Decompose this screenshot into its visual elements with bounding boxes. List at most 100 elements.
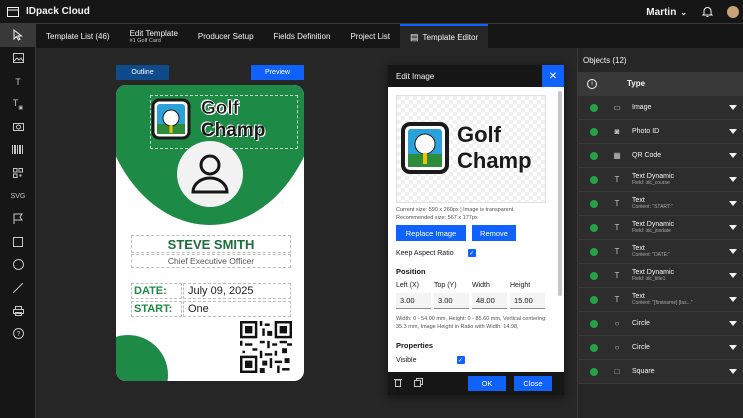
dialog-scrollbar[interactable] [558, 91, 562, 296]
object-row[interactable]: ▦ QR Code [578, 144, 743, 168]
object-row[interactable]: T Text Content: "[firstname] [las..." [578, 288, 743, 312]
photo-tool[interactable] [0, 116, 36, 139]
object-type-detail: Field: idc_title1 [632, 275, 666, 282]
help-tool[interactable]: ? [0, 323, 36, 346]
visibility-status-dot[interactable] [590, 271, 598, 280]
chevron-down-icon[interactable] [729, 225, 737, 230]
tab-fields-definition[interactable]: Fields Definition [264, 24, 341, 48]
print-tool[interactable] [0, 300, 36, 323]
chevron-down-icon[interactable] [729, 321, 737, 326]
tab-producer-setup[interactable]: Producer Setup [188, 24, 264, 48]
card-logo-image[interactable]: Golf Champ [150, 95, 298, 149]
tab-edit-template[interactable]: Edit Template #1 Golf Card [120, 24, 188, 48]
visibility-status-dot[interactable] [590, 175, 598, 184]
circle-tool[interactable] [0, 254, 36, 277]
image-tool[interactable] [0, 47, 36, 70]
chevron-down-icon[interactable] [729, 249, 737, 254]
tab-template-editor[interactable]: ▤ Template Editor [400, 24, 489, 48]
visibility-status-dot[interactable] [590, 247, 598, 256]
object-type-label: Text [632, 196, 645, 204]
app-switcher-icon[interactable] [0, 0, 26, 24]
tab-project-list[interactable]: Project List [340, 24, 400, 48]
user-menu[interactable]: Martin ⌄ [646, 7, 687, 18]
chevron-down-icon[interactable] [729, 129, 737, 134]
visibility-status-dot[interactable] [590, 151, 598, 160]
visibility-status-dot[interactable] [590, 127, 598, 136]
visibility-status-dot[interactable] [590, 319, 598, 328]
camera-icon: ◙ [614, 127, 620, 136]
notification-bell-icon[interactable] [695, 6, 719, 18]
height-input[interactable]: 15.00 [510, 293, 545, 309]
help-icon: ? [12, 328, 24, 341]
chevron-down-icon[interactable] [729, 273, 737, 278]
chevron-down-icon[interactable] [729, 297, 737, 302]
object-row[interactable]: T Text Dynamic Field: idc_title1 [578, 264, 743, 288]
outline-button[interactable]: Outline [116, 65, 169, 80]
chevron-down-icon[interactable] [729, 105, 737, 110]
line-tool[interactable] [0, 277, 36, 300]
logo-text-line2: Champ [201, 120, 266, 141]
object-row[interactable]: ○ Circle [578, 312, 743, 336]
pointer-tool[interactable] [0, 24, 36, 47]
trash-icon[interactable] [394, 378, 408, 389]
visibility-status-dot[interactable] [590, 367, 598, 376]
chevron-down-icon[interactable] [729, 177, 737, 182]
text-dynamic-icon: T▣ [12, 98, 24, 111]
object-row[interactable]: T Text Dynamic Field: idc_jnsdate [578, 216, 743, 240]
chevron-down-icon[interactable] [729, 345, 737, 350]
object-row[interactable]: ◙ Photo ID [578, 120, 743, 144]
square-tool[interactable] [0, 231, 36, 254]
object-row[interactable]: T Text Dynamic Field: idc_course [578, 168, 743, 192]
chevron-down-icon[interactable] [729, 369, 737, 374]
qr-tool[interactable] [0, 162, 36, 185]
left-x-input[interactable]: 3.00 [396, 293, 431, 309]
preview-logo-line2: Champ [457, 148, 532, 173]
object-row[interactable]: □ Square [578, 360, 743, 384]
camera-icon [12, 122, 24, 133]
id-card-preview[interactable]: Golf Champ STEVE SMITH Chief Executive O… [116, 85, 304, 381]
info-icon[interactable]: i [587, 78, 597, 89]
flag-tool[interactable] [0, 208, 36, 231]
chevron-down-icon[interactable] [729, 153, 737, 158]
close-icon[interactable]: ✕ [542, 65, 564, 87]
chevron-down-icon[interactable] [729, 201, 737, 206]
object-row[interactable]: T Text Content: "START:" [578, 192, 743, 216]
card-date-label[interactable]: DATE: [131, 283, 182, 299]
text-tool[interactable]: T [0, 70, 36, 93]
properties-heading: Properties [396, 341, 434, 350]
visible-checkbox[interactable]: ✓ [456, 356, 465, 364]
visibility-status-dot[interactable] [590, 295, 598, 304]
image-preview: Golf Champ [396, 95, 546, 203]
object-row[interactable]: ○ Circle [578, 336, 743, 360]
close-button[interactable]: Close [514, 376, 552, 391]
tab-template-list[interactable]: Template List (46) [36, 24, 120, 48]
card-start-value[interactable]: One [183, 301, 291, 317]
card-qr-code[interactable] [240, 321, 292, 373]
remove-image-button[interactable]: Remove [472, 225, 516, 241]
preview-button[interactable]: Preview [251, 65, 304, 80]
visibility-status-dot[interactable] [590, 343, 598, 352]
visibility-status-dot[interactable] [590, 103, 598, 112]
photo-id-placeholder[interactable] [177, 141, 243, 207]
card-start-label[interactable]: START: [131, 301, 182, 317]
object-row[interactable]: ▭ Image [578, 96, 743, 120]
object-type-label: Text [632, 292, 645, 300]
svg-tool[interactable]: SVG [0, 185, 36, 208]
card-green-circle-bottom[interactable] [116, 335, 168, 381]
ok-button[interactable]: OK [468, 376, 506, 391]
card-date-value[interactable]: July 09, 2025 [183, 283, 291, 299]
text-dynamic-tool[interactable]: T▣ [0, 93, 36, 116]
width-input[interactable]: 48.00 [472, 293, 507, 309]
duplicate-icon[interactable] [414, 378, 428, 389]
tab-label: Edit Template [129, 28, 178, 38]
barcode-tool[interactable] [0, 139, 36, 162]
object-row[interactable]: T Text Content: "DATE:" [578, 240, 743, 264]
visibility-status-dot[interactable] [590, 223, 598, 232]
card-name[interactable]: STEVE SMITH [131, 235, 291, 253]
replace-image-button[interactable]: Replace Image [396, 225, 466, 241]
user-avatar[interactable] [727, 6, 739, 18]
keep-aspect-checkbox[interactable]: ✓ [467, 249, 476, 257]
card-job-title[interactable]: Chief Executive Officer [131, 254, 291, 268]
visibility-status-dot[interactable] [590, 199, 598, 208]
top-y-input[interactable]: 3.00 [434, 293, 469, 309]
